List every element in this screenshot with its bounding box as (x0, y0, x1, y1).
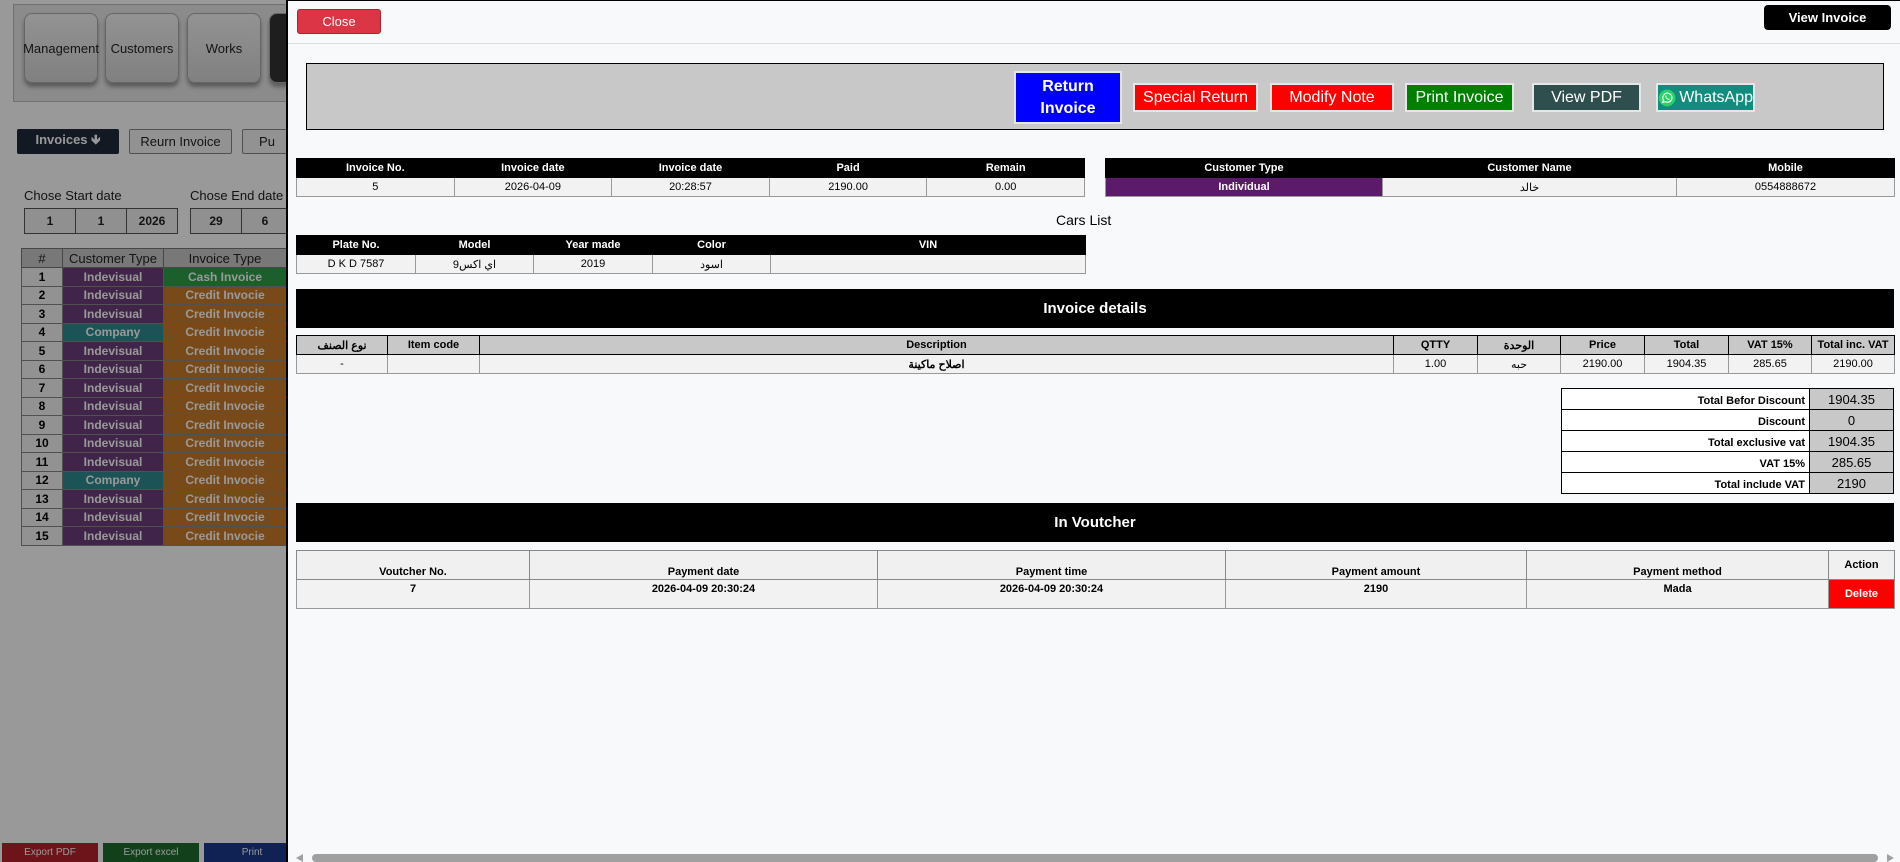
vin-value (770, 254, 1086, 274)
voucher-no-header: Voutcher No. (296, 550, 530, 580)
totals-table: Total Befor Discount 1904.35 Discount 0 To… (1561, 388, 1894, 494)
horizontal-scrollbar[interactable] (296, 853, 1894, 862)
modify-note-button[interactable]: Modify Note (1270, 83, 1394, 112)
view-pdf-button[interactable]: View PDF (1532, 83, 1641, 112)
invoice-time-header: Invoice date (611, 158, 770, 178)
item-type-header: نوع الصنف (296, 335, 388, 355)
customer-info-table: Customer Type Customer Name Mobile Indiv… (1105, 158, 1895, 197)
item-code-value (387, 354, 480, 374)
invoice-info-table: Invoice No. Invoice date Invoice date Pa… (296, 158, 1085, 197)
total-include-vat-label: Total include VAT (1561, 472, 1810, 494)
unit-value: حبه (1477, 354, 1561, 374)
payment-amount-header: Payment amount (1225, 550, 1527, 580)
cars-list-title: Cars List (1056, 212, 1112, 228)
price-value: 2190.00 (1560, 354, 1645, 374)
year-made-header: Year made (533, 235, 653, 255)
total-exclusive-vat-label: Total exclusive vat (1561, 430, 1810, 452)
payment-amount-value: 2190 (1225, 579, 1527, 609)
payment-method-header: Payment method (1526, 550, 1829, 580)
remain-value: 0.00 (926, 177, 1085, 197)
paid-value: 2190.00 (768, 177, 928, 197)
scroll-right-icon[interactable] (1887, 854, 1894, 862)
plate-no-header: Plate No. (296, 235, 416, 255)
payment-time-value: 2026-04-09 20:30:24 (877, 579, 1226, 609)
color-header: Color (652, 235, 771, 255)
unit-header: الوحدة (1477, 335, 1561, 355)
description-header: Description (479, 335, 1394, 355)
invoice-details-table: نوع الصنف Item code Description QTTY الو… (296, 335, 1895, 374)
vat-label: VAT 15% (1561, 451, 1810, 473)
invoice-date-header: Invoice date (453, 158, 613, 178)
scrollbar-thumb[interactable] (312, 854, 1878, 862)
action-bar: Return Invoice Special Return Modify Not… (306, 63, 1884, 130)
year-made-value: 2019 (533, 254, 653, 274)
invoice-time-value: 20:28:57 (611, 177, 770, 197)
return-invoice-button[interactable]: Return Invoice (1014, 71, 1122, 124)
discount-value: 0 (1809, 409, 1894, 431)
invoice-details-title: Invoice details (296, 289, 1894, 328)
invoice-no-value: 5 (296, 177, 455, 197)
special-return-button[interactable]: Special Return (1133, 83, 1258, 112)
qtty-value: 1.00 (1393, 354, 1478, 374)
whatsapp-button[interactable]: WhatsApp (1656, 83, 1755, 112)
customer-name-header: Customer Name (1382, 158, 1677, 178)
vin-header: VIN (770, 235, 1086, 255)
discount-label: Discount (1561, 409, 1810, 431)
invoice-date-value: 2026-04-09 (453, 177, 613, 197)
header-divider (288, 43, 1900, 44)
vat-value: 285.65 (1728, 354, 1812, 374)
invoice-no-header: Invoice No. (296, 158, 455, 178)
print-invoice-button[interactable]: Print Invoice (1405, 83, 1514, 112)
model-header: Model (415, 235, 534, 255)
table-row: - اصلاح ماكينة 1.00 حبه 2190.00 1904.35 … (296, 354, 1895, 374)
payment-method-value: Mada (1526, 579, 1829, 609)
cars-table: Plate No. Model Year made Color VIN D K … (296, 235, 1086, 274)
in-voucher-title: In Voutcher (296, 503, 1894, 542)
close-button[interactable]: Close (297, 9, 381, 34)
customer-type-value: Individual (1105, 177, 1383, 197)
vat-total-value: 285.65 (1809, 451, 1894, 473)
voucher-table: Voutcher No. Payment date Payment time P… (296, 550, 1895, 609)
total-exclusive-vat-value: 1904.35 (1809, 430, 1894, 452)
total-value: 1904.35 (1644, 354, 1729, 374)
total-before-discount-value: 1904.35 (1809, 388, 1894, 410)
whatsapp-label: WhatsApp (1679, 88, 1753, 106)
vat-header: VAT 15% (1728, 335, 1812, 355)
delete-button[interactable]: Delete (1828, 579, 1895, 609)
model-value: اي اكس9 (415, 254, 534, 274)
customer-type-header: Customer Type (1105, 158, 1383, 178)
total-include-vat-value: 2190 (1809, 472, 1894, 494)
customer-name-value: خالد (1382, 177, 1677, 197)
whatsapp-icon (1658, 89, 1676, 106)
plate-no-value: D K D 7587 (296, 254, 416, 274)
item-code-header: Item code (387, 335, 480, 355)
action-header: Action (1828, 550, 1895, 580)
remain-header: Remain (926, 158, 1085, 178)
invoice-modal: Close View Invoice Return Invoice Specia… (286, 0, 1900, 862)
price-header: Price (1560, 335, 1645, 355)
mobile-value: 0554888672 (1676, 177, 1895, 197)
total-before-discount-label: Total Befor Discount (1561, 388, 1810, 410)
item-type-value: - (296, 354, 388, 374)
voucher-no-value: 7 (296, 579, 530, 609)
paid-header: Paid (768, 158, 928, 178)
total-header: Total (1644, 335, 1729, 355)
total-inc-vat-header: Total inc. VAT (1811, 335, 1895, 355)
payment-date-value: 2026-04-09 20:30:24 (529, 579, 878, 609)
total-inc-vat-value: 2190.00 (1811, 354, 1895, 374)
color-value: اسود (652, 254, 771, 274)
payment-date-header: Payment date (529, 550, 878, 580)
qtty-header: QTTY (1393, 335, 1478, 355)
table-row: 7 2026-04-09 20:30:24 2026-04-09 20:30:2… (296, 579, 1895, 609)
scroll-left-icon[interactable] (296, 854, 303, 862)
description-value: اصلاح ماكينة (479, 354, 1394, 374)
view-invoice-title: View Invoice (1764, 5, 1891, 30)
payment-time-header: Payment time (877, 550, 1226, 580)
mobile-header: Mobile (1676, 158, 1895, 178)
